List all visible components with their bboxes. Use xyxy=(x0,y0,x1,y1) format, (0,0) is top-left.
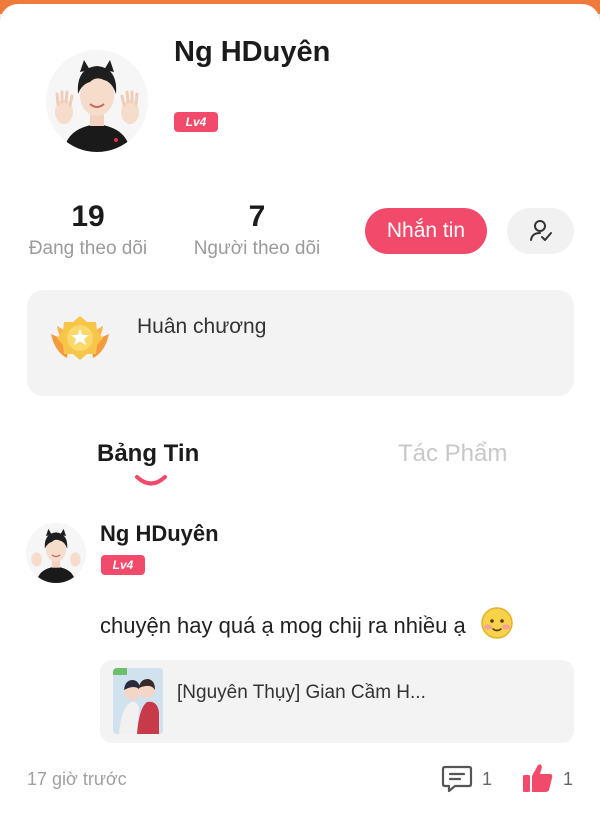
post-timestamp: 17 giờ trước xyxy=(27,769,127,789)
post-author-avatar[interactable] xyxy=(26,523,86,583)
tab-news[interactable]: Bảng Tin xyxy=(97,440,199,468)
profile-sheet: Ng HDuyên Lv4 19 Đang theo dõi 7 Người t… xyxy=(0,4,600,822)
following-count: 19 xyxy=(71,200,105,233)
post-text: chuyện hay quá ạ mog chij ra nhiều ạ xyxy=(100,613,466,638)
linked-story-card[interactable]: [Nguyên Thụy] Gian Cầm H... xyxy=(100,660,574,743)
story-title: [Nguyên Thụy] Gian Cầm H... xyxy=(177,682,426,703)
user-check-icon xyxy=(529,220,552,241)
tab-works[interactable]: Tác Phẩm xyxy=(398,440,507,468)
follow-button[interactable] xyxy=(507,208,574,254)
followers-label: Người theo dõi xyxy=(193,238,321,259)
post-author-level-badge: Lv4 xyxy=(101,555,145,575)
message-button[interactable]: Nhắn tin xyxy=(365,208,487,254)
followers-count: 7 xyxy=(248,200,266,233)
blushing-smile-emoji xyxy=(481,607,513,639)
following-stat[interactable]: 19 Đang theo dõi xyxy=(18,200,158,260)
post-author-name[interactable]: Ng HDuyên xyxy=(100,521,219,547)
medal-card[interactable]: Huân chương xyxy=(27,290,574,396)
comment-count: 1 xyxy=(482,769,493,789)
active-tab-indicator xyxy=(135,475,167,486)
story-cover-thumbnail xyxy=(113,668,163,734)
thumbs-up-icon[interactable] xyxy=(521,761,555,795)
following-label: Đang theo dõi xyxy=(28,238,148,259)
like-count: 1 xyxy=(563,769,574,789)
profile-username: Ng HDuyên xyxy=(174,36,331,68)
comment-icon[interactable] xyxy=(441,764,473,794)
medal-label: Huân chương xyxy=(137,315,267,338)
profile-avatar[interactable] xyxy=(46,50,148,152)
level-badge: Lv4 xyxy=(174,112,218,132)
followers-stat[interactable]: 7 Người theo dõi xyxy=(182,200,332,260)
medal-icon xyxy=(51,316,109,360)
